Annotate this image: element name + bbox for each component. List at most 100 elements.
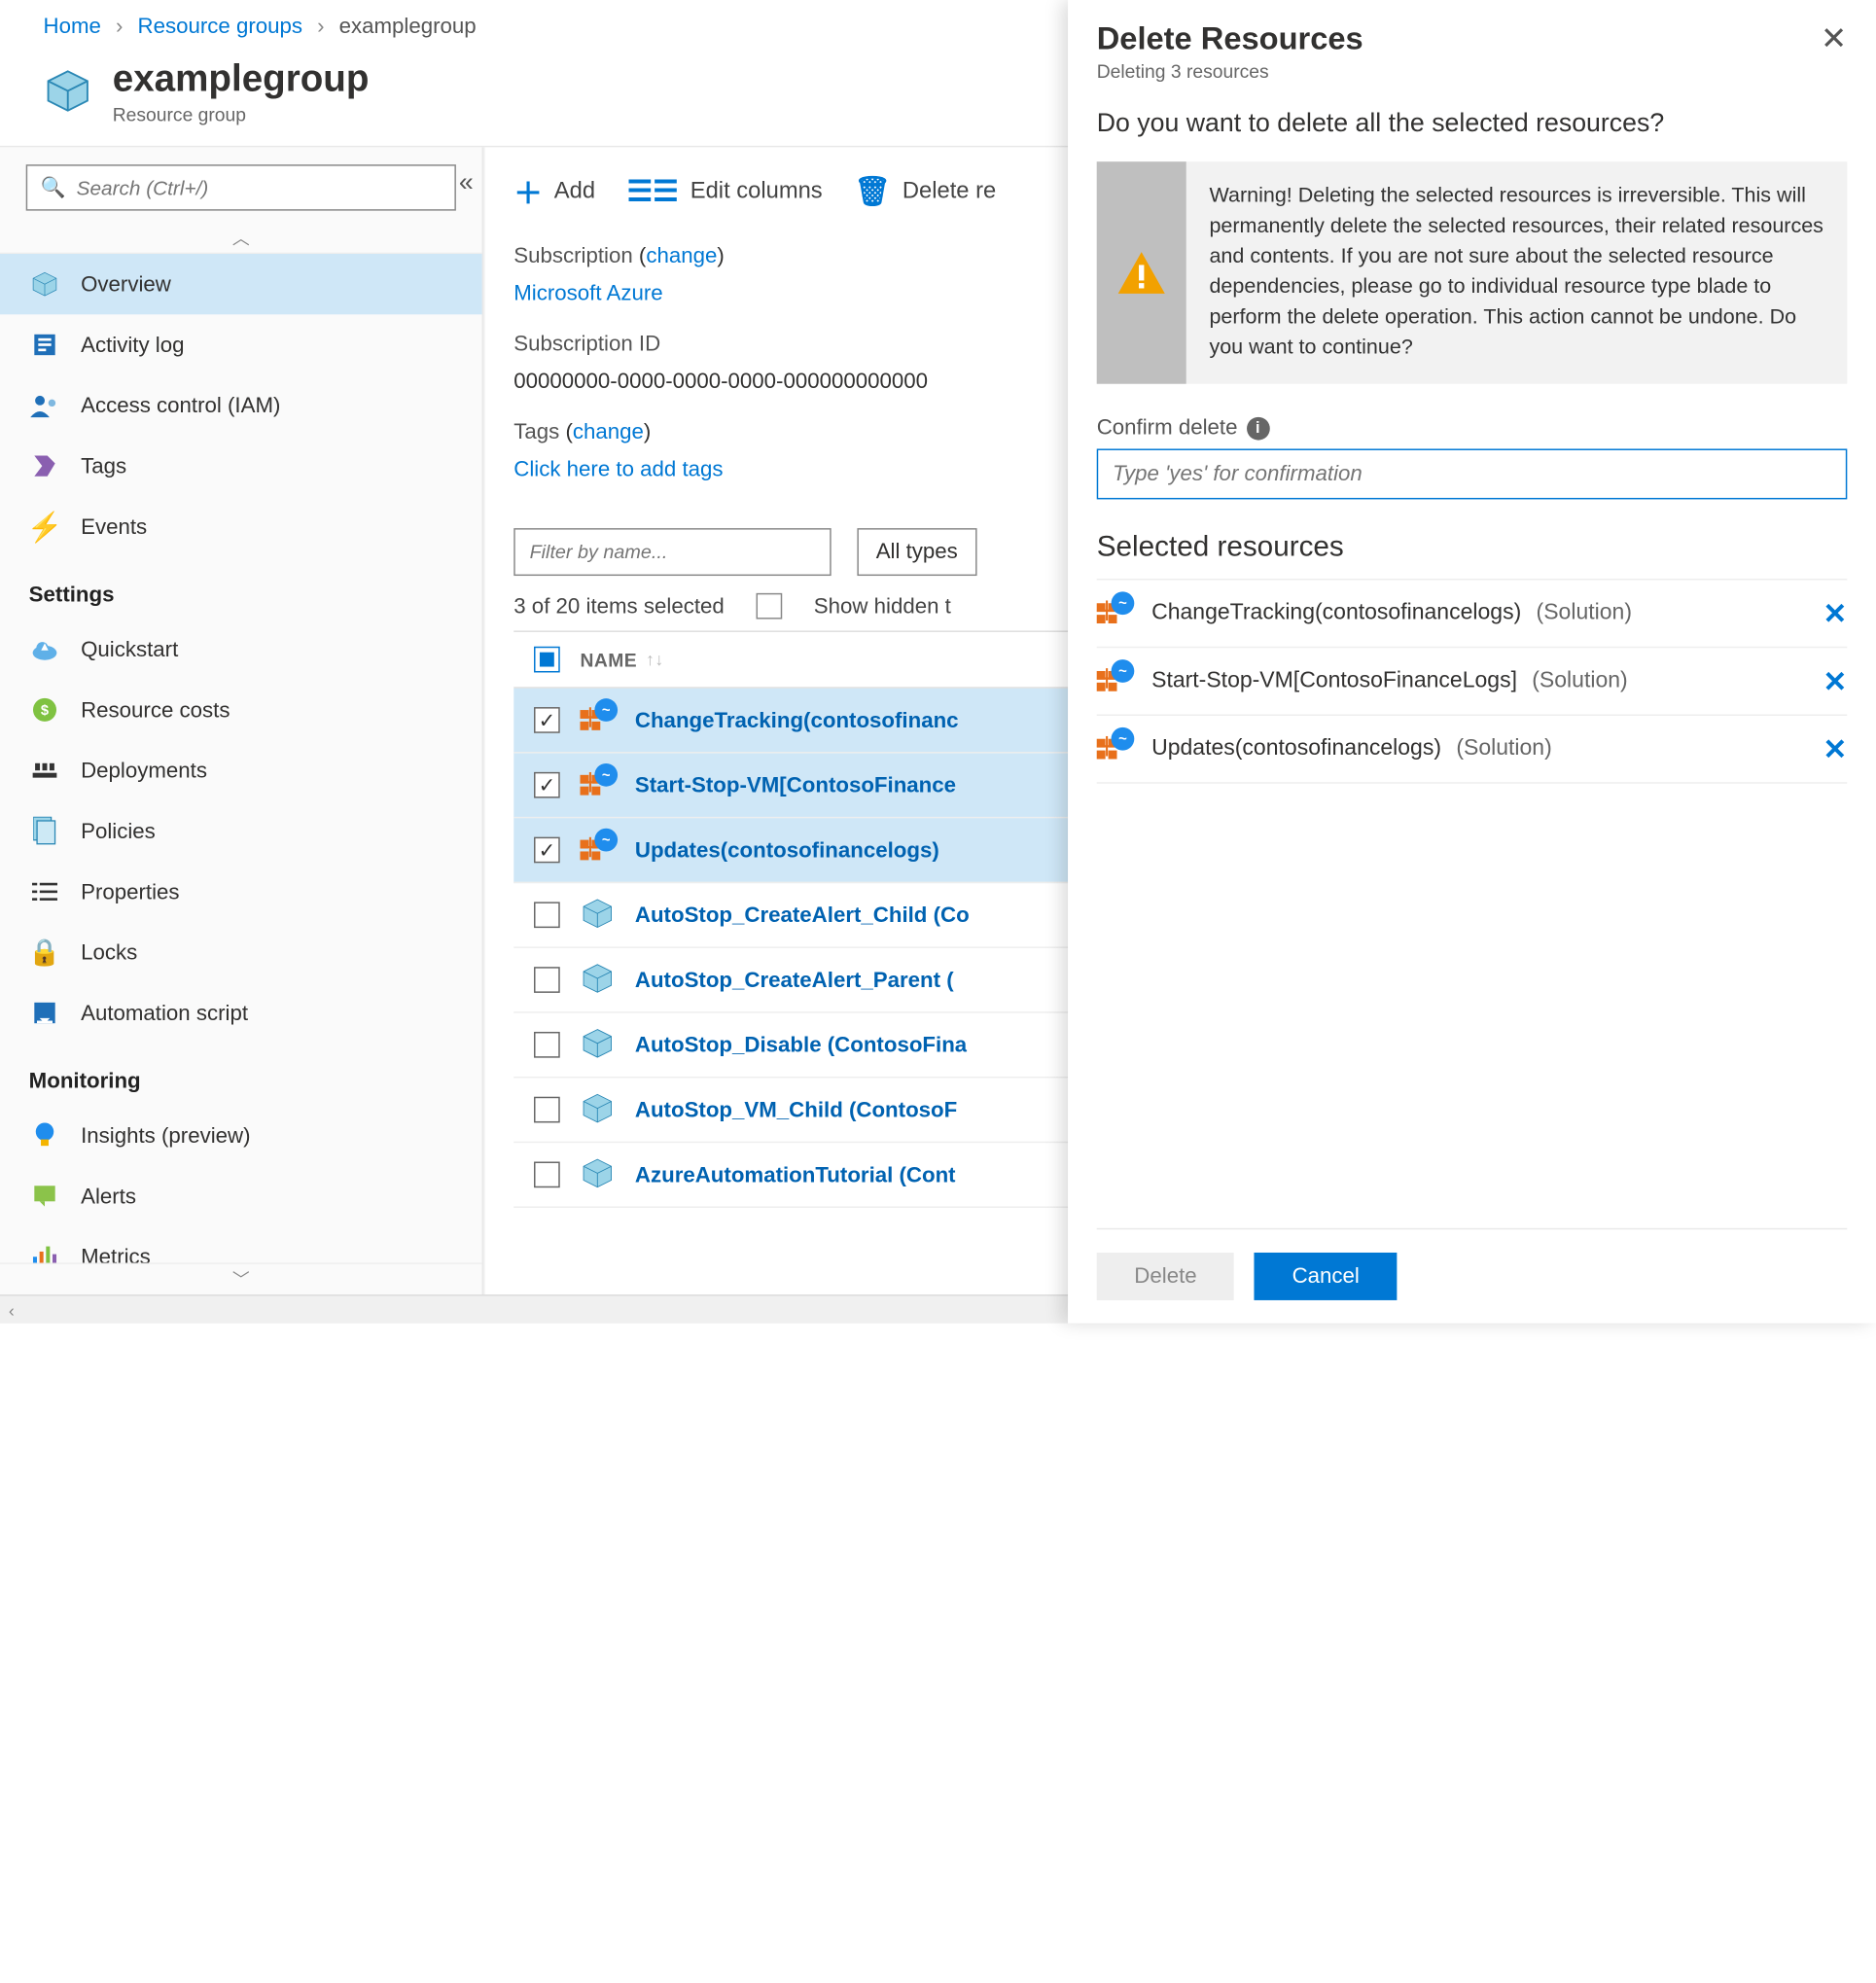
resource-name[interactable]: AutoStop_CreateAlert_Child (Co [635, 903, 970, 927]
resource-name[interactable]: AzureAutomationTutorial (Cont [635, 1162, 956, 1186]
scroll-up-icon[interactable]: ︿ [0, 223, 482, 255]
add-tags-link[interactable]: Click here to add tags [513, 457, 723, 481]
selected-resource-name: ChangeTracking(contosofinancelogs) [1151, 600, 1521, 624]
sidebar-item-label: Overview [81, 272, 171, 297]
type-filter-select[interactable]: All types [857, 528, 976, 576]
remove-icon[interactable]: ✕ [1823, 663, 1847, 699]
row-checkbox[interactable] [534, 967, 560, 993]
runbook-icon [581, 1156, 619, 1194]
sidebar-item-insights-preview-[interactable]: Insights (preview) [0, 1106, 482, 1166]
panel-title: Delete Resources [1097, 20, 1363, 58]
resource-name[interactable]: AutoStop_Disable (ContosoFina [635, 1033, 967, 1057]
scroll-down-icon[interactable]: ﹀ [0, 1262, 482, 1294]
confirm-label: Confirm delete i [1097, 415, 1848, 440]
remove-icon[interactable]: ✕ [1823, 595, 1847, 631]
collapse-sidebar-icon[interactable]: « [459, 167, 474, 197]
resource-name[interactable]: Updates(contosofinancelogs) [635, 837, 939, 862]
scroll-left-icon[interactable]: ‹ [9, 1299, 15, 1320]
select-all-checkbox[interactable] [534, 647, 560, 673]
sidebar-item-locks[interactable]: 🔒 Locks [0, 922, 482, 982]
selected-resource-row: ~ChangeTracking(contosofinancelogs) (Sol… [1097, 579, 1848, 648]
resource-name[interactable]: ChangeTracking(contosofinanc [635, 708, 959, 732]
solution-icon: ~ [1097, 730, 1135, 768]
breadcrumb-current: examplegroup [339, 15, 477, 39]
warning-box: Warning! Deleting the selected resources… [1097, 161, 1848, 384]
sidebar-item-alerts[interactable]: Alerts [0, 1166, 482, 1226]
resource-name[interactable]: AutoStop_VM_Child (ContosoF [635, 1097, 957, 1121]
resource-name[interactable]: AutoStop_CreateAlert_Parent ( [635, 968, 954, 992]
row-checkbox[interactable]: ✓ [534, 707, 560, 733]
sidebar-search-input[interactable] [26, 164, 456, 210]
delete-resource-group-button[interactable]: 🗑Delete re [854, 170, 996, 212]
cost-icon: $ [29, 694, 61, 726]
chevron-right-icon: › [116, 15, 123, 39]
sidebar-item-label: Automation script [81, 1001, 248, 1025]
deploy-icon [29, 755, 61, 787]
row-checkbox[interactable] [534, 1032, 560, 1058]
chevron-right-icon: › [317, 15, 324, 39]
sidebar-item-metrics[interactable]: Metrics [0, 1226, 482, 1262]
sidebar-item-events[interactable]: ⚡Events [0, 496, 482, 556]
add-button[interactable]: ＋Add [513, 170, 595, 212]
breadcrumb-resource-groups[interactable]: Resource groups [137, 15, 302, 39]
sidebar-item-label: Resource costs [81, 697, 230, 722]
runbook-icon [581, 1026, 619, 1064]
cancel-button[interactable]: Cancel [1255, 1253, 1397, 1300]
change-tags-link[interactable]: change [573, 420, 644, 444]
row-checkbox[interactable] [534, 902, 560, 928]
edit-columns-button[interactable]: ☰☰Edit columns [627, 170, 823, 212]
info-icon[interactable]: i [1246, 416, 1269, 440]
solution-icon: ~ [581, 766, 619, 804]
subscription-value[interactable]: Microsoft Azure [513, 281, 662, 305]
sidebar-item-automation-script[interactable]: Automation script [0, 982, 482, 1043]
sidebar-item-label: Deployments [81, 759, 207, 783]
close-icon[interactable]: ✕ [1821, 20, 1847, 58]
selected-resource-row: ~Start-Stop-VM[ContosoFinanceLogs] (Solu… [1097, 648, 1848, 716]
cube-icon [29, 268, 61, 301]
resource-name[interactable]: Start-Stop-VM[ContosoFinance [635, 773, 956, 797]
script-icon [29, 997, 61, 1029]
sidebar-item-label: Access control (IAM) [81, 393, 280, 417]
sidebar-item-label: Tags [81, 454, 126, 478]
panel-subtitle: Deleting 3 resources [1097, 60, 1363, 82]
sidebar-item-deployments[interactable]: Deployments [0, 740, 482, 800]
page-subtitle: Resource group [113, 104, 370, 125]
sidebar-item-tags[interactable]: Tags [0, 436, 482, 496]
tags-label: Tags [513, 420, 559, 444]
sidebar-item-label: Insights (preview) [81, 1123, 250, 1148]
lock-icon: 🔒 [29, 937, 61, 969]
solution-icon: ~ [1097, 594, 1135, 632]
confirm-input[interactable] [1097, 449, 1848, 500]
runbook-icon [581, 1091, 619, 1129]
log-icon [29, 329, 61, 361]
row-checkbox[interactable]: ✓ [534, 837, 560, 864]
filter-input[interactable] [513, 528, 831, 576]
sidebar-item-resource-costs[interactable]: $ Resource costs [0, 680, 482, 740]
remove-icon[interactable]: ✕ [1823, 731, 1847, 767]
sidebar-item-activity-log[interactable]: Activity log [0, 314, 482, 374]
bulb-icon [29, 1119, 61, 1151]
show-hidden-checkbox[interactable] [756, 593, 782, 620]
row-checkbox[interactable] [534, 1097, 560, 1123]
warning-text: Warning! Deleting the selected resources… [1186, 161, 1848, 384]
column-name[interactable]: NAME [581, 649, 638, 670]
row-checkbox[interactable]: ✓ [534, 772, 560, 798]
sidebar-item-overview[interactable]: Overview [0, 254, 482, 314]
svg-text:$: $ [41, 703, 49, 719]
sidebar-item-properties[interactable]: Properties [0, 862, 482, 922]
row-checkbox[interactable] [534, 1161, 560, 1187]
subscription-id-value: 00000000-0000-0000-0000-000000000000 [513, 369, 928, 393]
sidebar-nav: Overview Activity log Access control (IAM)… [0, 254, 482, 1262]
breadcrumb-home[interactable]: Home [44, 15, 101, 39]
change-subscription-link[interactable]: change [646, 244, 717, 268]
sidebar-item-quickstart[interactable]: Quickstart [0, 620, 482, 680]
subscription-id-label: Subscription ID [513, 332, 660, 356]
delete-button[interactable]: Delete [1097, 1253, 1234, 1300]
sidebar-item-label: Locks [81, 940, 137, 965]
sidebar-item-access-control-iam-[interactable]: Access control (IAM) [0, 375, 482, 436]
sidebar-item-policies[interactable]: Policies [0, 801, 482, 862]
sidebar-item-label: Alerts [81, 1184, 136, 1208]
prop-icon [29, 876, 61, 908]
selection-count: 3 of 20 items selected [513, 594, 725, 619]
selected-resources-heading: Selected resources [1097, 531, 1848, 564]
